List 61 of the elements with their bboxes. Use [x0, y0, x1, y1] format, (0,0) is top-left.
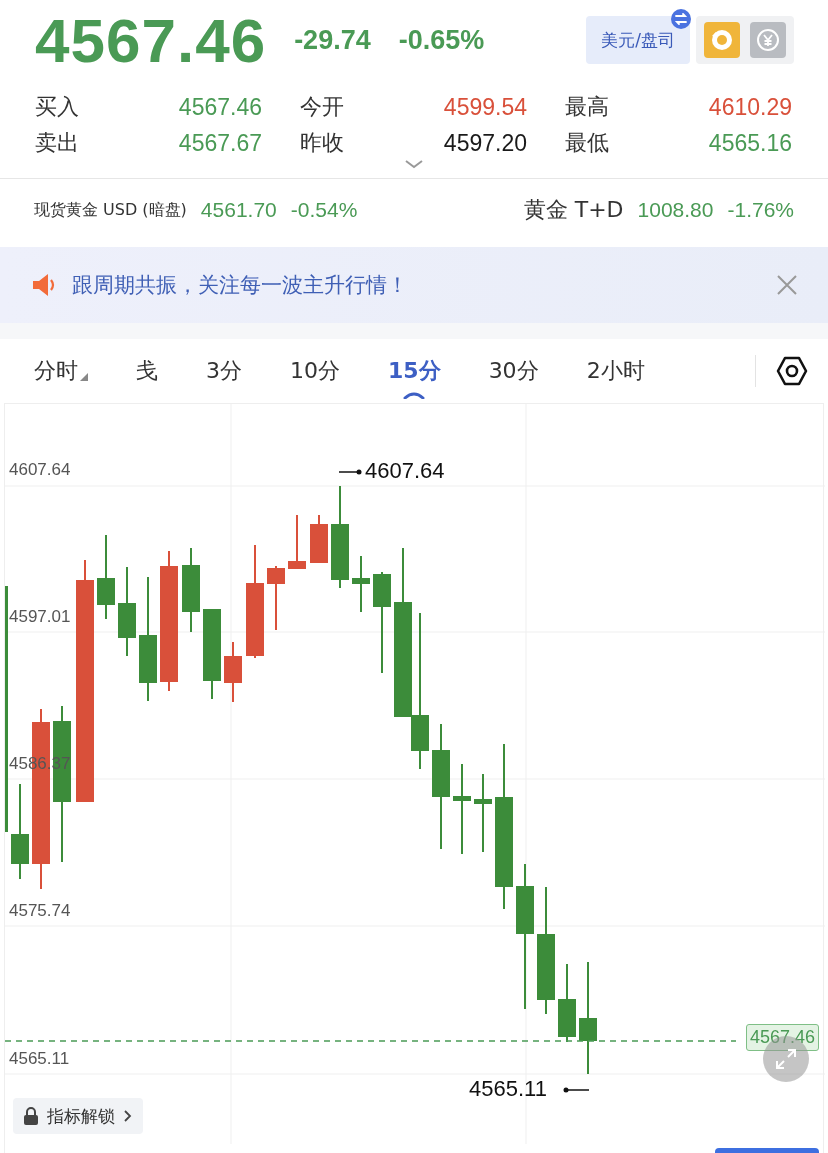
axis-label: 4565.11: [9, 1049, 70, 1069]
percent-change: -0.65%: [398, 24, 485, 56]
swap-icon: [670, 8, 692, 30]
close-icon[interactable]: [776, 274, 798, 296]
candlestick: [352, 555, 370, 613]
yen-coin-icon: [755, 27, 781, 53]
chevron-right-icon: [123, 1109, 133, 1123]
banner-text: 跟周期共振，关注每一波主升行情！: [72, 272, 409, 299]
stat-value: 4565.16: [708, 129, 792, 157]
unlock-indicators-button[interactable]: 指标解锁: [13, 1098, 143, 1134]
stat-value: 4567.46: [178, 93, 262, 121]
expand-icon: [774, 1047, 798, 1071]
unit-button[interactable]: 美元/盘司: [586, 16, 690, 64]
stat-label: 最低: [565, 129, 609, 157]
stat-value: 4597.20: [443, 129, 527, 157]
instrument-price: 1008.80: [637, 198, 714, 222]
promo-banner[interactable]: 跟周期共振，关注每一波主升行情！: [0, 247, 828, 323]
candlestick: [267, 565, 285, 631]
currency-button[interactable]: [750, 22, 786, 58]
instrument-price: 4561.70: [200, 198, 277, 222]
axis-label: 4586.37: [9, 754, 71, 774]
stat-value: 4567.67: [178, 129, 262, 157]
high-price-label: 4607.64: [365, 458, 445, 484]
axis-label: 4575.74: [9, 901, 71, 921]
stat-value: 4610.29: [708, 93, 792, 121]
timeframe-tab[interactable]: 10分: [290, 351, 340, 391]
leader-line: [338, 469, 362, 475]
timeframe-tab[interactable]: 分时: [34, 351, 88, 391]
instrument-name: 黄金 T+D: [523, 196, 624, 224]
candlestick: [224, 641, 242, 703]
leader-line: [563, 1087, 590, 1093]
axis-label: 4607.64: [9, 460, 71, 480]
timeframe-tab[interactable]: 戋: [136, 351, 158, 391]
candlestick: [288, 514, 306, 570]
stat-label: 买入: [35, 93, 79, 121]
stat-value: 4599.54: [443, 93, 527, 121]
lock-icon: [23, 1107, 39, 1125]
settings-icon: [776, 355, 808, 387]
instrument-change: -0.54%: [290, 198, 358, 222]
timeframe-tab[interactable]: 2小时: [586, 351, 645, 391]
dropdown-triangle-icon: [80, 373, 88, 381]
low-price-label: 4565.11: [469, 1076, 547, 1102]
refresh-button[interactable]: [704, 22, 740, 58]
selected-caret-icon: [403, 391, 426, 399]
timeframe-tab[interactable]: 30分: [488, 351, 539, 391]
timeframe-tab[interactable]: 15分: [388, 351, 441, 391]
candlestick: [310, 514, 328, 564]
instrument-change: -1.76%: [727, 198, 794, 222]
price-change: -29.74: [294, 24, 371, 56]
current-price: 4567.46: [35, 4, 267, 76]
refresh-icon: [709, 27, 735, 53]
last-price-tag: 4567.46: [745, 1024, 819, 1051]
stat-label: 卖出: [35, 129, 79, 157]
stat-label: 昨收: [300, 129, 344, 157]
chevron-down-icon[interactable]: [403, 158, 425, 170]
axis-label: 4597.01: [9, 607, 71, 627]
stat-label: 今开: [300, 93, 344, 121]
stat-label: 最高: [565, 93, 609, 121]
settings-button[interactable]: [776, 355, 808, 387]
instrument-name: 现货黄金 USD (暗盘): [34, 199, 187, 221]
timeframe-tab[interactable]: 3分: [206, 351, 242, 391]
